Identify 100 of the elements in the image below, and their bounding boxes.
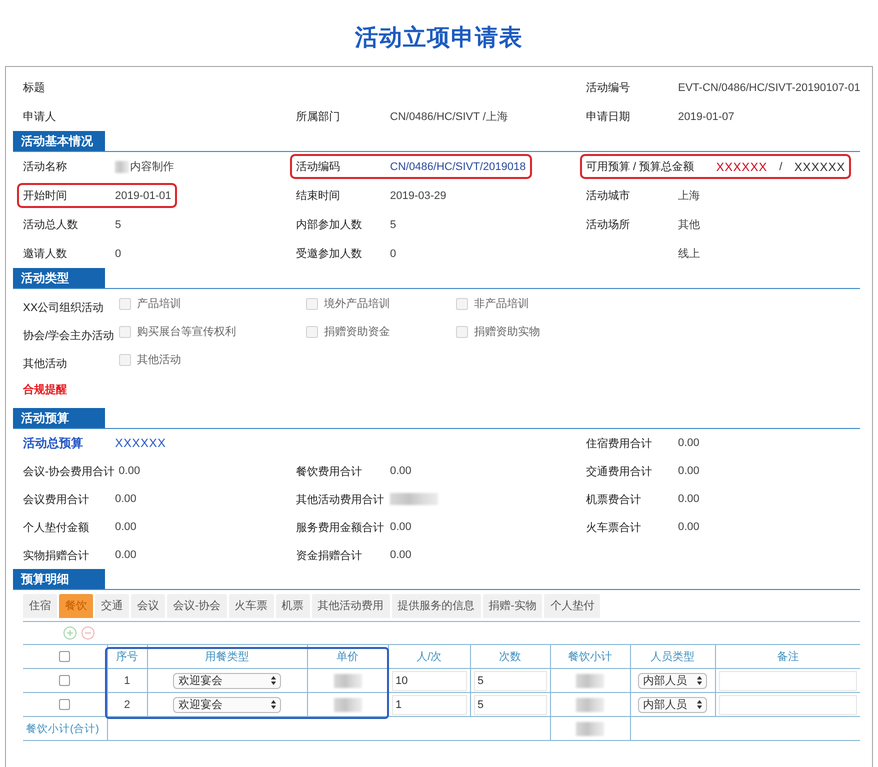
field-label: 活动场所: [586, 219, 630, 231]
option-label: 境外产品培训: [324, 296, 390, 311]
tab[interactable]: 机票: [276, 594, 310, 618]
field-label: 机票费合计: [586, 494, 641, 506]
input-field[interactable]: 1: [392, 694, 466, 714]
column-header: 用餐类型: [205, 651, 249, 663]
table-cell: 1: [124, 674, 130, 686]
field-label: 服务费用金额合计: [296, 522, 384, 534]
tab[interactable]: 火车票: [228, 594, 274, 618]
field-label: 活动编码: [296, 161, 340, 173]
checkbox[interactable]: [119, 354, 131, 366]
select-field[interactable]: 欢迎宴会: [173, 696, 281, 712]
checkbox[interactable]: [119, 298, 131, 310]
row-label: XX公司组织活动: [23, 300, 105, 314]
field-label: 邀请人数: [23, 248, 67, 260]
field-value: CN/0486/HC/SIVT/2019018: [390, 160, 526, 172]
redacted-block: [390, 493, 438, 505]
checkbox[interactable]: [59, 651, 70, 662]
input-field[interactable]: [718, 694, 857, 714]
field-label: 开始时间: [23, 190, 67, 202]
select-field[interactable]: 内部人员: [638, 696, 707, 712]
column-header: 备注: [776, 651, 799, 663]
field-value: 0.00: [678, 521, 700, 533]
subtotal-label: 餐饮小计(合计): [26, 722, 99, 734]
field-value: 内容制作: [130, 160, 174, 174]
tab[interactable]: 交通: [95, 594, 129, 618]
select-field[interactable]: 欢迎宴会: [173, 672, 281, 688]
field-label: 资金捐赠合计: [296, 550, 362, 562]
field-label: 活动总人数: [23, 219, 78, 231]
field-value: 2019-03-29: [390, 190, 446, 202]
field-label: 标题: [23, 82, 45, 94]
field-value: 5: [390, 218, 396, 230]
section-title: 活动基本情况: [13, 131, 105, 151]
field-label: 活动总预算: [23, 436, 83, 450]
row-label: 其他活动: [23, 356, 68, 370]
field-label: 其他活动费用合计: [296, 494, 384, 506]
input-field[interactable]: 5: [474, 694, 546, 714]
redacted-block: [576, 698, 604, 712]
checkbox[interactable]: [119, 326, 131, 338]
field-label: 活动名称: [23, 161, 67, 173]
field-value: 2019-01-01: [115, 190, 172, 202]
field-label: 活动城市: [586, 190, 630, 202]
field-value: XXXXXX: [115, 436, 166, 450]
tab[interactable]: 捐赠-实物: [482, 594, 542, 618]
caret-icon: [697, 700, 702, 709]
column-header: 人员类型: [650, 651, 694, 663]
tab[interactable]: 个人垫付: [544, 594, 600, 618]
field-value: 0.00: [115, 493, 136, 505]
alert-text: 合规提醒: [23, 382, 67, 398]
column-header: 单价: [336, 651, 358, 663]
checkbox[interactable]: [59, 675, 70, 686]
field-value: 0.00: [115, 521, 136, 533]
option-label: 捐赠资助实物: [474, 324, 540, 339]
field-label: 受邀参加人数: [296, 248, 362, 260]
input-field[interactable]: [718, 670, 857, 690]
option-label: 购买展台等宣传权利: [137, 324, 236, 339]
field-value: 5: [115, 218, 122, 230]
field-value: 其他: [678, 218, 700, 232]
field-value: 0.00: [390, 521, 412, 533]
field-label: 会议费用合计: [23, 494, 89, 506]
field-label: 餐饮费用合计: [296, 466, 362, 478]
caret-icon: [270, 676, 276, 685]
field-label: 申请日期: [586, 111, 630, 123]
add-icon: [63, 626, 77, 640]
field-value: XXXXXX: [716, 160, 768, 174]
checkbox[interactable]: [306, 298, 318, 310]
field-label: 申请人: [23, 111, 56, 123]
tab[interactable]: 住宿: [23, 594, 57, 618]
checkbox[interactable]: [306, 326, 318, 338]
redacted-block: [334, 698, 362, 712]
checkbox[interactable]: [59, 699, 70, 710]
field-label: 实物捐赠合计: [23, 550, 89, 562]
option-label: 其他活动: [137, 353, 181, 367]
field-value: XXXXXX: [794, 160, 846, 174]
tab[interactable]: 提供服务的信息: [392, 594, 481, 618]
column-header: 人/次: [416, 651, 442, 663]
field-value: 0.00: [678, 437, 700, 449]
select-field[interactable]: 内部人员: [638, 672, 707, 688]
field-value: EVT-CN/0486/HC/SIVT-20190107-01: [678, 82, 860, 94]
column-header: 次数: [499, 651, 521, 663]
field-label: 会议-协会费用合计: [23, 466, 115, 478]
tab[interactable]: 会议: [131, 594, 165, 618]
redacted-block: [115, 160, 129, 172]
field-label: 内部参加人数: [296, 219, 362, 231]
checkbox[interactable]: [456, 298, 468, 310]
input-field[interactable]: 10: [392, 670, 466, 690]
redacted-block: [334, 674, 362, 688]
field-value: 0.00: [678, 465, 700, 477]
caret-icon: [697, 676, 702, 685]
input-field[interactable]: 5: [474, 670, 546, 690]
tab[interactable]: 会议-协会: [167, 594, 227, 618]
field-value: 0.00: [118, 465, 140, 477]
field-value: CN/0486/HC/SIVT /上海: [390, 110, 508, 124]
field-label: 活动编号: [586, 82, 630, 94]
tab[interactable]: 其他活动费用: [312, 594, 390, 618]
table-cell: 2: [124, 698, 130, 710]
field-label: 结束时间: [296, 190, 340, 202]
checkbox[interactable]: [456, 326, 468, 338]
option-label: 非产品培训: [474, 296, 529, 311]
field-value: 0.00: [115, 549, 136, 561]
